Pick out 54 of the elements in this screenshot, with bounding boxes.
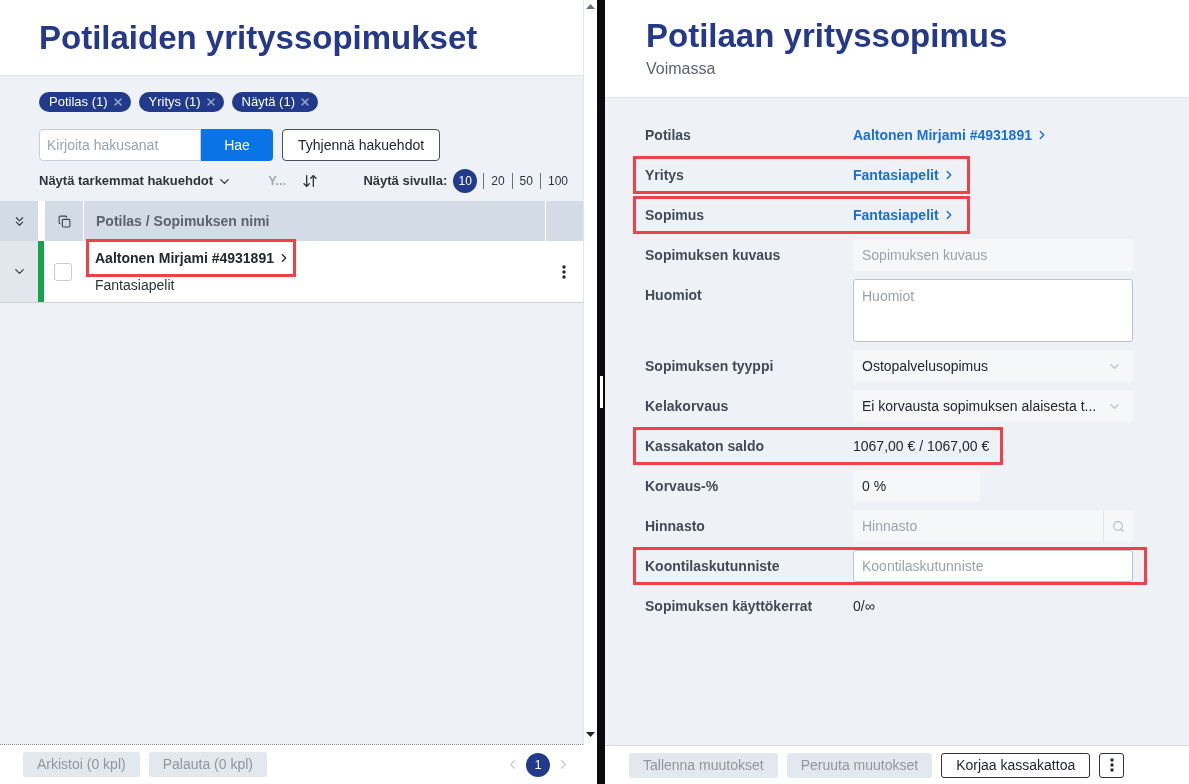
stacked-squares-icon[interactable] [57, 214, 71, 228]
filter-chip[interactable]: Näytä (1) [231, 92, 318, 112]
field-label: Korvaus-% [645, 476, 720, 496]
up-arrow-icon[interactable] [586, 4, 595, 9]
scrollbar[interactable] [583, 0, 597, 745]
close-icon[interactable] [299, 96, 311, 108]
input-field[interactable]: Koontilaskutunniste [853, 550, 1133, 582]
field-label: Sopimuksen tyyppi [645, 356, 775, 376]
search-icon [1111, 519, 1125, 533]
text-area[interactable]: Huomiot [853, 279, 1133, 342]
page-title: Potilaiden yrityssopimukset [39, 21, 478, 54]
page-size-option[interactable]: 50 [518, 172, 534, 190]
field-label: Hinnasto [645, 516, 706, 536]
status-text: Voimassa [646, 59, 716, 79]
field-label: Kelakorvaus [645, 396, 730, 416]
patient-link[interactable]: Aaltonen Mirjami #4931891 [95, 247, 291, 269]
grip-icon[interactable] [599, 376, 603, 408]
page-size-label: Näytä sivulla: [363, 172, 448, 191]
page-size-option[interactable]: 100 [546, 172, 569, 190]
filter-chip[interactable]: Yritys (1) [138, 92, 224, 112]
kebab-icon [1109, 758, 1114, 772]
field-value: 0/∞ [853, 596, 875, 616]
field-link[interactable]: Fantasiapelit [853, 204, 956, 226]
close-icon[interactable] [111, 96, 124, 108]
more-button[interactable] [1099, 752, 1125, 778]
down-arrow-icon[interactable] [586, 732, 595, 737]
close-icon[interactable] [204, 96, 217, 108]
page-title: Potilaan yrityssopimus [646, 19, 1008, 52]
field-value: 1067,00 € / 1067,00 € [853, 436, 990, 456]
clear-button[interactable]: Tyhjennä hakuehdot [282, 129, 441, 161]
field-label: Kassakaton saldo [645, 436, 766, 456]
search-field[interactable]: Kirjoita hakusanat [39, 129, 201, 161]
column-header: Potilas / Sopimuksen nimi [84, 201, 545, 241]
filter-chip[interactable]: Potilas (1) [39, 92, 131, 112]
page-size-option[interactable]: 10 [453, 169, 478, 193]
contract-name: Fantasiapelit [95, 275, 175, 295]
checkbox[interactable] [54, 262, 72, 281]
advanced-search-toggle[interactable]: Näytä tarkemmat hakuehdot [39, 171, 233, 191]
field-label: Yritys [645, 165, 685, 185]
field-link[interactable]: Fantasiapelit [853, 164, 956, 186]
field-label: Sopimus [645, 205, 706, 225]
search-button[interactable]: Hae [201, 129, 273, 161]
kebab-icon [562, 264, 566, 279]
field-label: Potilas [645, 125, 692, 145]
page-size-option[interactable]: 20 [490, 172, 506, 190]
sort-arrows-icon [302, 173, 319, 189]
sort-order-button[interactable] [302, 173, 319, 189]
field-link[interactable]: Aaltonen Mirjami #4931891 [853, 124, 1049, 146]
action-button[interactable]: Korjaa kassakattoa [941, 752, 1091, 778]
field-label: Sopimuksen käyttökerrat [645, 596, 814, 616]
field-label: Sopimuksen kuvaus [645, 245, 782, 265]
field-label: Huomiot [645, 285, 703, 305]
field-label: Koontilaskutunniste [645, 556, 781, 576]
page-button[interactable]: 1 [526, 752, 550, 777]
